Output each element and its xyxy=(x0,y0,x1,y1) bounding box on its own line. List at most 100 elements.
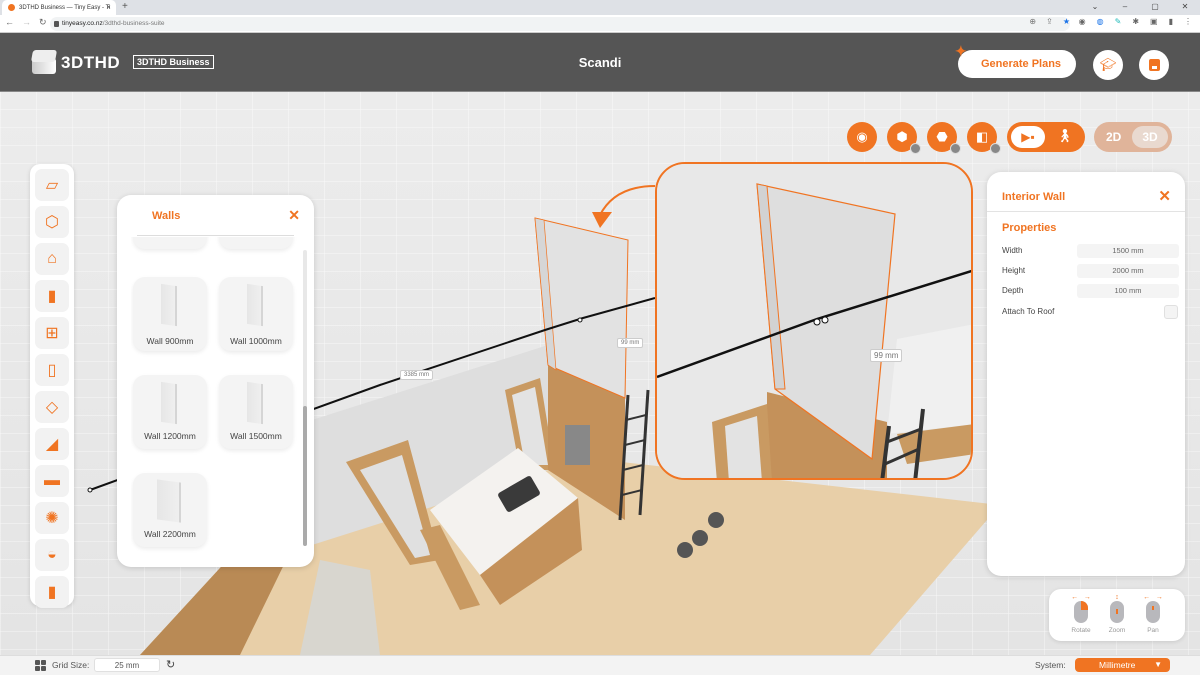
sidebar-item-furniture[interactable]: ▬ xyxy=(35,465,69,497)
zoom-icon[interactable]: ⊕ xyxy=(1029,17,1036,26)
category-sidebar: ▱ ⬡ ⌂ ▮ ⊞ ▯ ◇ ◢ ▬ ✺ ◒ ▮ xyxy=(30,164,74,608)
menu-icon[interactable]: ⋮ xyxy=(1184,17,1192,26)
wall-visibility-icon: ◧ xyxy=(975,129,989,144)
minimize-button[interactable]: – xyxy=(1110,0,1140,15)
pan-label: Pan xyxy=(1147,627,1159,634)
sidebar-item-floors[interactable]: ◇ xyxy=(35,391,69,423)
orbit-camera-icon[interactable]: ▶▪ xyxy=(1011,126,1045,148)
tutorial-button[interactable]: 🎓︎ xyxy=(1093,50,1123,80)
wall-card[interactable] xyxy=(219,237,293,249)
sidebar-item-walls[interactable]: ▯ xyxy=(35,354,69,386)
wall-thumbnail xyxy=(157,479,181,523)
paint-icon: ◒ xyxy=(47,546,57,563)
puzzle-icon[interactable]: ✱ xyxy=(1132,17,1139,26)
sidebar-item-paint[interactable]: ◒ xyxy=(35,539,69,571)
browser-tab[interactable]: 3DTHD Business — Tiny Easy - Ti ✕ xyxy=(2,0,116,15)
app-header: 3DTHD 3DTHD Business Scandi ✦ Generate P… xyxy=(0,33,1200,92)
sidebar-item-roof[interactable]: ⌂ xyxy=(35,243,69,275)
depth-row: Depth 100 mm xyxy=(1002,284,1179,298)
close-icon[interactable]: ✕ xyxy=(288,207,300,224)
box-visibility-icon: ⬢ xyxy=(896,129,908,144)
width-field[interactable]: 1500 mm xyxy=(1077,244,1179,258)
wall-visibility-button[interactable]: ◧ xyxy=(967,122,1001,154)
maximize-button[interactable]: ▢ xyxy=(1140,0,1170,15)
measure-tool-button[interactable]: ◉ xyxy=(847,122,877,152)
callout-render xyxy=(657,164,971,478)
walk-icon[interactable]: 🚶︎ xyxy=(1056,128,1073,144)
wall-card-label: Wall 1500mm xyxy=(230,431,282,441)
sidepanel-icon[interactable]: ▣ xyxy=(1150,17,1158,26)
bookmark-star-icon[interactable]: ★ xyxy=(1063,17,1070,26)
3d-option[interactable]: 3D xyxy=(1132,126,1168,148)
wall-card-label: Wall 900mm xyxy=(146,336,194,346)
save-button[interactable] xyxy=(1139,50,1169,80)
measure-tape-icon: ◉ xyxy=(856,129,868,144)
profile-icon[interactable]: ▮ xyxy=(1169,17,1173,26)
nav-buttons: ← → ↻ xyxy=(5,17,47,28)
tab-search-button[interactable]: ⌄ xyxy=(1080,0,1110,15)
extension-icons: ◉ ◍ ✎ ✱ ▣ ▮ ⋮ xyxy=(1079,17,1192,26)
wall-card[interactable]: Wall 1500mm xyxy=(219,375,293,449)
back-icon[interactable]: ← xyxy=(5,17,14,28)
grid-size-input[interactable]: 25 mm xyxy=(94,658,160,672)
reload-icon[interactable]: ↻ xyxy=(39,17,47,28)
extension-blue-icon[interactable]: ◍ xyxy=(1097,17,1104,26)
window-icon: ⊞ xyxy=(45,325,59,342)
sidebar-item-windows[interactable]: ⊞ xyxy=(35,317,69,349)
close-window-button[interactable]: ✕ xyxy=(1170,0,1200,15)
close-icon[interactable]: ✕ xyxy=(1158,187,1171,205)
eye-badge-icon xyxy=(950,143,961,154)
wall-card[interactable]: Wall 900mm xyxy=(133,277,207,351)
sidebar-item-doors[interactable]: ▮ xyxy=(35,280,69,312)
new-tab-button[interactable]: + xyxy=(122,1,128,12)
light-icon: ✺ xyxy=(45,510,59,527)
app-root: 3DTHD Business — Tiny Easy - Ti ✕ + ⌄ – … xyxy=(0,0,1200,675)
floor-visibility-button[interactable]: ⬣ xyxy=(927,122,961,154)
box-visibility-button[interactable]: ⬢ xyxy=(887,122,921,154)
sidebar-item-box[interactable]: ⬡ xyxy=(35,206,69,238)
sidebar-item-saved[interactable]: ▮ xyxy=(35,576,69,608)
height-field[interactable]: 2000 mm xyxy=(1077,264,1179,278)
camera-mode-toggle[interactable]: ▶▪ 🚶︎ xyxy=(1007,122,1085,152)
zoom-callout: 99 mm xyxy=(655,162,973,480)
grid-size-label: Grid Size: xyxy=(52,660,90,670)
walls-scrollbar[interactable] xyxy=(303,250,307,546)
scrollbar-thumb[interactable] xyxy=(303,406,307,546)
attach-roof-row: Attach To Roof xyxy=(1002,305,1178,319)
wall-thumbnail xyxy=(161,381,177,425)
sidebar-item-trailer[interactable]: ▱ xyxy=(35,169,69,201)
mouse-scroll-icon xyxy=(1110,601,1124,623)
graduation-cap-icon: 🎓︎ xyxy=(1099,57,1117,72)
unit-system-select[interactable]: Millimetre ▼ xyxy=(1075,658,1170,672)
pan-hint: ← → Pan xyxy=(1135,594,1171,634)
wall-card[interactable]: Wall 1000mm xyxy=(219,277,293,351)
dimension-label: 99 mm xyxy=(617,338,644,348)
walls-grid: Wall 900mm Wall 1000mm Wall 1200mm Wall … xyxy=(131,237,299,557)
browser-tab-bar: 3DTHD Business — Tiny Easy - Ti ✕ + ⌄ – … xyxy=(0,0,1200,15)
share-icon[interactable]: ⇪ xyxy=(1046,17,1053,26)
callout-arrow xyxy=(599,185,656,216)
eyedropper-extension-icon[interactable]: ✎ xyxy=(1115,17,1122,26)
generate-plans-button[interactable]: ✦ Generate Plans xyxy=(955,44,1076,78)
dimension-toggle[interactable]: 2D 3D xyxy=(1094,122,1172,152)
lock-icon xyxy=(54,21,59,27)
wall-card[interactable] xyxy=(133,237,207,249)
oven xyxy=(565,425,590,465)
address-bar: ← → ↻ tinyeasy.co.nz/3dthd-business-suit… xyxy=(0,15,1200,33)
rotate-hint: ← → Rotate xyxy=(1063,594,1099,634)
depth-field[interactable]: 100 mm xyxy=(1077,284,1179,298)
tab-close-icon[interactable]: ✕ xyxy=(106,4,111,11)
wall-card[interactable]: Wall 1200mm xyxy=(133,375,207,449)
url-input[interactable]: tinyeasy.co.nz/3dthd-business-suite xyxy=(50,17,1070,31)
wall-card[interactable]: Wall 2200mm xyxy=(133,473,207,547)
width-label: Width xyxy=(1002,246,1023,255)
sidebar-item-stairs[interactable]: ◢ xyxy=(35,428,69,460)
eye-off-badge-icon xyxy=(990,143,1001,154)
attach-roof-checkbox[interactable] xyxy=(1164,305,1178,319)
camera-extension-icon[interactable]: ◉ xyxy=(1079,17,1086,26)
2d-option[interactable]: 2D xyxy=(1106,130,1121,144)
forward-icon[interactable]: → xyxy=(22,17,31,28)
sidebar-item-lighting[interactable]: ✺ xyxy=(35,502,69,534)
reset-grid-icon[interactable]: ↻ xyxy=(166,658,175,671)
url-domain: tinyeasy.co.nz xyxy=(62,20,103,27)
